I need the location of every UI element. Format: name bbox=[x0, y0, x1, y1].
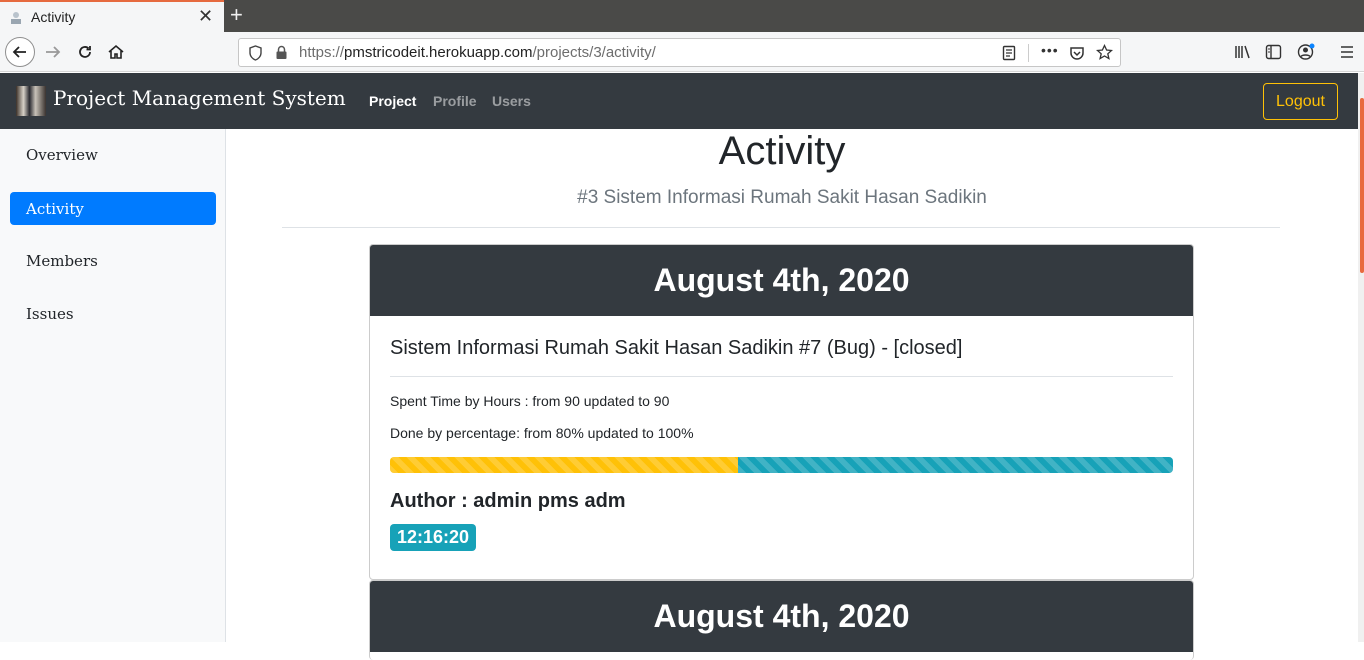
new-tab-icon[interactable]: + bbox=[230, 2, 243, 28]
url-text[interactable]: https://pmstricodeit.herokuapp.com/proje… bbox=[299, 44, 656, 61]
pocket-icon[interactable] bbox=[1069, 45, 1085, 61]
url-path: /projects/3/activity/ bbox=[532, 44, 656, 61]
home-icon bbox=[108, 44, 124, 59]
browser-tab-strip: Activity ✕ + bbox=[0, 0, 1364, 32]
divider bbox=[282, 227, 1280, 228]
back-button[interactable] bbox=[5, 37, 35, 67]
nav-project[interactable]: Project bbox=[369, 93, 416, 109]
scrollbar-thumb[interactable] bbox=[1360, 98, 1364, 273]
page-title: Activity bbox=[718, 129, 846, 173]
bookmark-star-icon[interactable] bbox=[1096, 44, 1113, 61]
page-actions-icon[interactable]: ••• bbox=[1041, 42, 1059, 58]
sidebar-toggle-icon[interactable] bbox=[1265, 44, 1282, 60]
time-badge: 12:16:20 bbox=[390, 524, 477, 551]
home-button[interactable] bbox=[101, 37, 131, 67]
browser-tab[interactable]: Activity ✕ bbox=[0, 0, 224, 32]
url-scheme: https:// bbox=[299, 44, 345, 61]
lock-icon[interactable] bbox=[275, 45, 288, 60]
sidebar-item-issues[interactable]: Issues bbox=[10, 297, 216, 330]
browser-toolbar: https://pmstricodeit.herokuapp.com/proje… bbox=[0, 32, 1364, 72]
sidebar-item-overview[interactable]: Overview bbox=[10, 138, 216, 171]
tab-close-icon[interactable]: ✕ bbox=[198, 7, 213, 25]
nav-users[interactable]: Users bbox=[492, 93, 531, 109]
progress-new-segment bbox=[737, 457, 1173, 473]
done-percentage-text: Done by percentage: from 80% updated to … bbox=[390, 425, 694, 441]
main-content: Activity #3 Sistem Informasi Rumah Sakit… bbox=[227, 129, 1337, 660]
url-domain: pmstricodeit.herokuapp.com bbox=[344, 44, 533, 61]
issue-title[interactable]: Sistem Informasi Rumah Sakit Hasan Sadik… bbox=[390, 337, 962, 360]
url-divider bbox=[1028, 44, 1029, 62]
reload-icon bbox=[79, 46, 91, 58]
arrow-left-icon bbox=[12, 46, 26, 58]
logout-button[interactable]: Logout bbox=[1263, 83, 1338, 120]
menu-icon[interactable] bbox=[1340, 45, 1354, 59]
reader-view-icon[interactable] bbox=[1002, 45, 1016, 61]
progress-bar bbox=[390, 457, 1173, 473]
page-subtitle: #3 Sistem Informasi Rumah Sakit Hasan Sa… bbox=[577, 187, 987, 208]
sidebar-item-activity[interactable]: Activity bbox=[10, 192, 216, 225]
library-icon[interactable] bbox=[1234, 44, 1252, 60]
card-divider bbox=[390, 376, 1173, 377]
shield-icon[interactable] bbox=[248, 45, 263, 61]
sidebar-item-members[interactable]: Members bbox=[10, 244, 216, 277]
tab-title: Activity bbox=[31, 9, 76, 25]
arrow-right-icon bbox=[46, 46, 61, 58]
reload-button[interactable] bbox=[70, 37, 100, 67]
spent-time-text: Spent Time by Hours : from 90 updated to… bbox=[390, 393, 670, 409]
activity-date: August 4th, 2020 bbox=[370, 245, 1193, 316]
url-bar[interactable]: https://pmstricodeit.herokuapp.com/proje… bbox=[238, 38, 1121, 67]
forward-button[interactable] bbox=[38, 37, 68, 67]
activity-card: August 4th, 2020 bbox=[369, 580, 1194, 660]
activity-date: August 4th, 2020 bbox=[370, 581, 1193, 652]
app-navbar: Project Management System Project Profil… bbox=[0, 73, 1364, 129]
favicon-icon bbox=[11, 12, 21, 24]
brand-title[interactable]: Project Management System bbox=[53, 86, 346, 110]
brand-logo[interactable] bbox=[16, 86, 46, 116]
sidebar: Overview Activity Members Issues bbox=[0, 129, 226, 642]
progress-old-segment bbox=[390, 457, 738, 473]
activity-card: August 4th, 2020 Sistem Informasi Rumah … bbox=[369, 244, 1194, 580]
nav-profile[interactable]: Profile bbox=[433, 93, 477, 109]
account-icon[interactable] bbox=[1297, 43, 1315, 61]
author-text: Author : admin pms adm bbox=[390, 490, 626, 512]
